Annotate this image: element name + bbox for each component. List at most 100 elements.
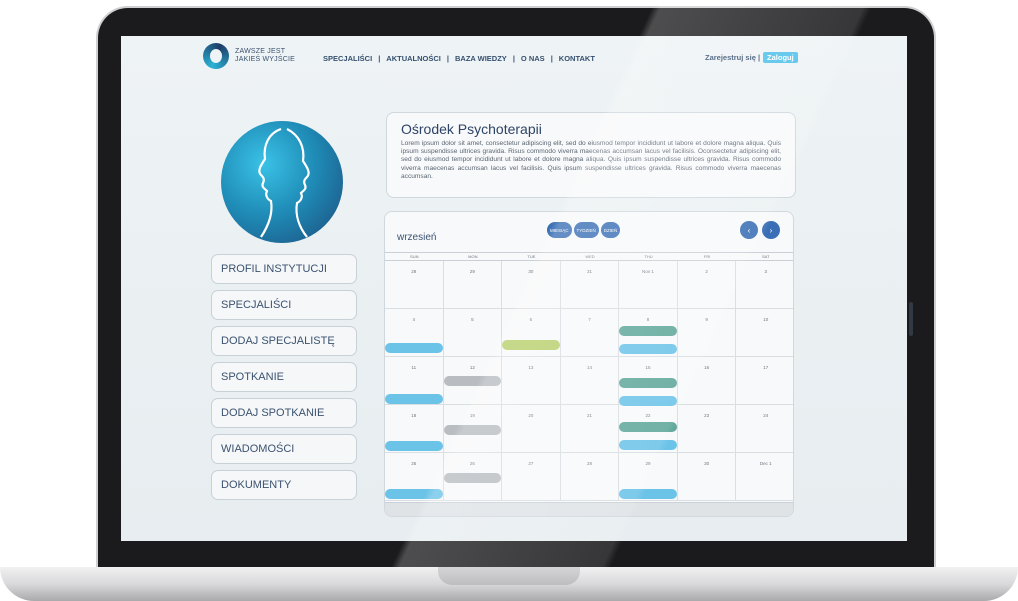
sidebar-item-spotkanie[interactable]: SPOTKANIE [211,362,357,392]
calendar-day-cell[interactable]: 29 [443,261,503,309]
calendar-event[interactable] [619,378,677,388]
calendar-day-cell[interactable]: 2 [677,261,737,309]
nav-link-specjalisci[interactable]: SPECJALIŚCI [323,54,372,63]
calendar-day-cell[interactable]: 16 [677,357,737,405]
calendar-day-number: 4 [412,317,416,322]
calendar-day-number: 21 [586,413,592,418]
sidebar: PROFIL INSTYTUCJI SPECJALIŚCI DODAJ SPEC… [211,254,357,506]
calendar-event[interactable] [385,441,443,451]
sidebar-item-dodaj-specjaliste[interactable]: DODAJ SPECJALISTĘ [211,326,357,356]
calendar-day-number: 7 [588,317,591,322]
chevron-right-icon[interactable]: › [762,221,780,239]
calendar-event[interactable] [443,425,502,435]
calendar-event[interactable] [443,473,502,483]
calendar-day-number: Nov 1 [642,269,654,274]
sidebar-item-profil-instytucji[interactable]: PROFIL INSTYTUCJI [211,254,357,284]
calendar-day-cell[interactable]: 30 [502,261,561,309]
nav-link-aktualnosci[interactable]: AKTUALNOŚCI [386,54,441,63]
view-month-button[interactable]: MIESIĄC [547,222,572,238]
calendar-day-cell[interactable]: 3 [736,261,793,309]
calendar-event[interactable] [385,394,443,404]
calendar-event[interactable] [619,422,677,432]
calendar-event[interactable] [619,344,677,354]
weekday-label: TUE [527,254,536,259]
calendar-day-cell[interactable]: 26 [443,453,503,501]
view-week-button[interactable]: TYDZIEŃ [573,222,599,238]
sidebar-item-wiadomosci[interactable]: WIADOMOŚCI [211,434,357,464]
calendar-day-cell[interactable]: 12 [443,357,503,405]
calendar-event[interactable] [502,340,560,350]
calendar-day-cell[interactable]: 19 [443,405,503,453]
calendar-day-cell[interactable]: 7 [560,309,620,357]
calendar-day-cell[interactable]: 29 [619,453,678,501]
calendar-day-cell[interactable]: 31 [560,261,620,309]
calendar-day-cell[interactable]: 18 [385,405,444,453]
calendar-day-cell[interactable]: 17 [736,357,793,405]
calendar-day-number: 3 [764,269,767,274]
calendar-day-cell[interactable]: Nov 1 [619,261,678,309]
calendar-day-cell[interactable]: 23 [677,405,737,453]
sidebar-item-dodaj-spotkanie[interactable]: DODAJ SPOTKANIE [211,398,357,428]
calendar-day-number: 11 [411,365,417,370]
logo-line-1: ZAWSZE JEST [235,48,286,55]
calendar-week-row: 18 19 20 21 22 23 24 [385,405,793,453]
calendar-day-cell[interactable]: 8 [619,309,678,357]
calendar-day-cell[interactable]: 24 [736,405,793,453]
calendar-day-cell[interactable]: 13 [502,357,561,405]
calendar-day-cell[interactable]: 14 [560,357,620,405]
calendar: wrzesień MIESIĄC TYDZIEŃ DZIEŃ ‹ › SUN M… [384,211,794,517]
calendar-day-number: 5 [471,317,474,322]
weekday-label: THU [644,254,653,259]
calendar-day-number: Dec 1 [759,461,772,466]
calendar-day-cell[interactable]: 27 [502,453,561,501]
calendar-event[interactable] [385,489,443,499]
calendar-day-cell[interactable]: 9 [677,309,737,357]
nav-separator: | [512,54,515,63]
calendar-day-number: 28 [586,461,592,466]
calendar-event[interactable] [619,440,677,450]
chevron-left-icon[interactable]: ‹ [740,221,758,239]
register-link[interactable]: Zarejestruj się | [705,53,760,62]
calendar-event[interactable] [385,343,443,353]
calendar-day-number: 29 [645,461,651,466]
calendar-day-cell[interactable]: Dec 1 [736,453,793,501]
logo[interactable]: ZAWSZE JEST JAKIEŚ WYJŚCIE [203,43,295,69]
calendar-day-cell[interactable]: 22 [619,405,678,453]
calendar-day-cell[interactable]: 28 [385,261,444,309]
calendar-view-switcher: MIESIĄC TYDZIEŃ DZIEŃ [547,222,621,238]
laptop-side-detail [909,302,913,336]
calendar-day-cell[interactable]: 20 [502,405,561,453]
calendar-day-number: 14 [586,365,592,370]
weekday-label: WED [585,254,595,259]
calendar-day-cell[interactable]: 30 [677,453,737,501]
calendar-day-number: 2 [705,269,708,274]
calendar-day-cell[interactable]: 15 [619,357,678,406]
nav-link-o-nas[interactable]: O NAS [521,54,545,63]
calendar-day-number: 25 [411,461,417,466]
calendar-event[interactable] [619,489,677,499]
profile-avatar [221,121,343,243]
calendar-day-cell[interactable]: 11 [385,357,444,405]
nav-link-baza-wiedzy[interactable]: BAZA WIEDZY [455,54,507,63]
calendar-month: wrzesień [397,232,437,243]
calendar-event[interactable] [619,326,677,336]
login-button[interactable]: Zaloguj [763,52,798,63]
calendar-day-cell[interactable]: 21 [560,405,620,453]
calendar-day-cell[interactable]: 5 [443,309,503,357]
sidebar-item-dokumenty[interactable]: DOKUMENTY [211,470,357,500]
calendar-day-number: 10 [763,317,769,322]
nav-link-kontakt[interactable]: KONTAKT [559,54,595,63]
calendar-day-cell[interactable]: 25 [385,453,444,501]
calendar-day-number: 23 [704,413,710,418]
calendar-day-cell[interactable]: 6 [502,309,561,357]
calendar-day-cell[interactable]: 10 [736,309,793,357]
page-title: Ośrodek Psychoterapii [401,121,542,137]
calendar-day-cell[interactable]: 4 [385,309,444,357]
calendar-day-number: 22 [645,413,651,418]
calendar-event[interactable] [443,376,502,386]
sidebar-item-specjalisci[interactable]: SPECJALIŚCI [211,290,357,320]
calendar-day-number: 31 [586,269,592,274]
view-day-button[interactable]: DZIEŃ [600,222,621,238]
calendar-day-cell[interactable]: 28 [560,453,620,501]
calendar-day-number: 30 [704,461,710,466]
